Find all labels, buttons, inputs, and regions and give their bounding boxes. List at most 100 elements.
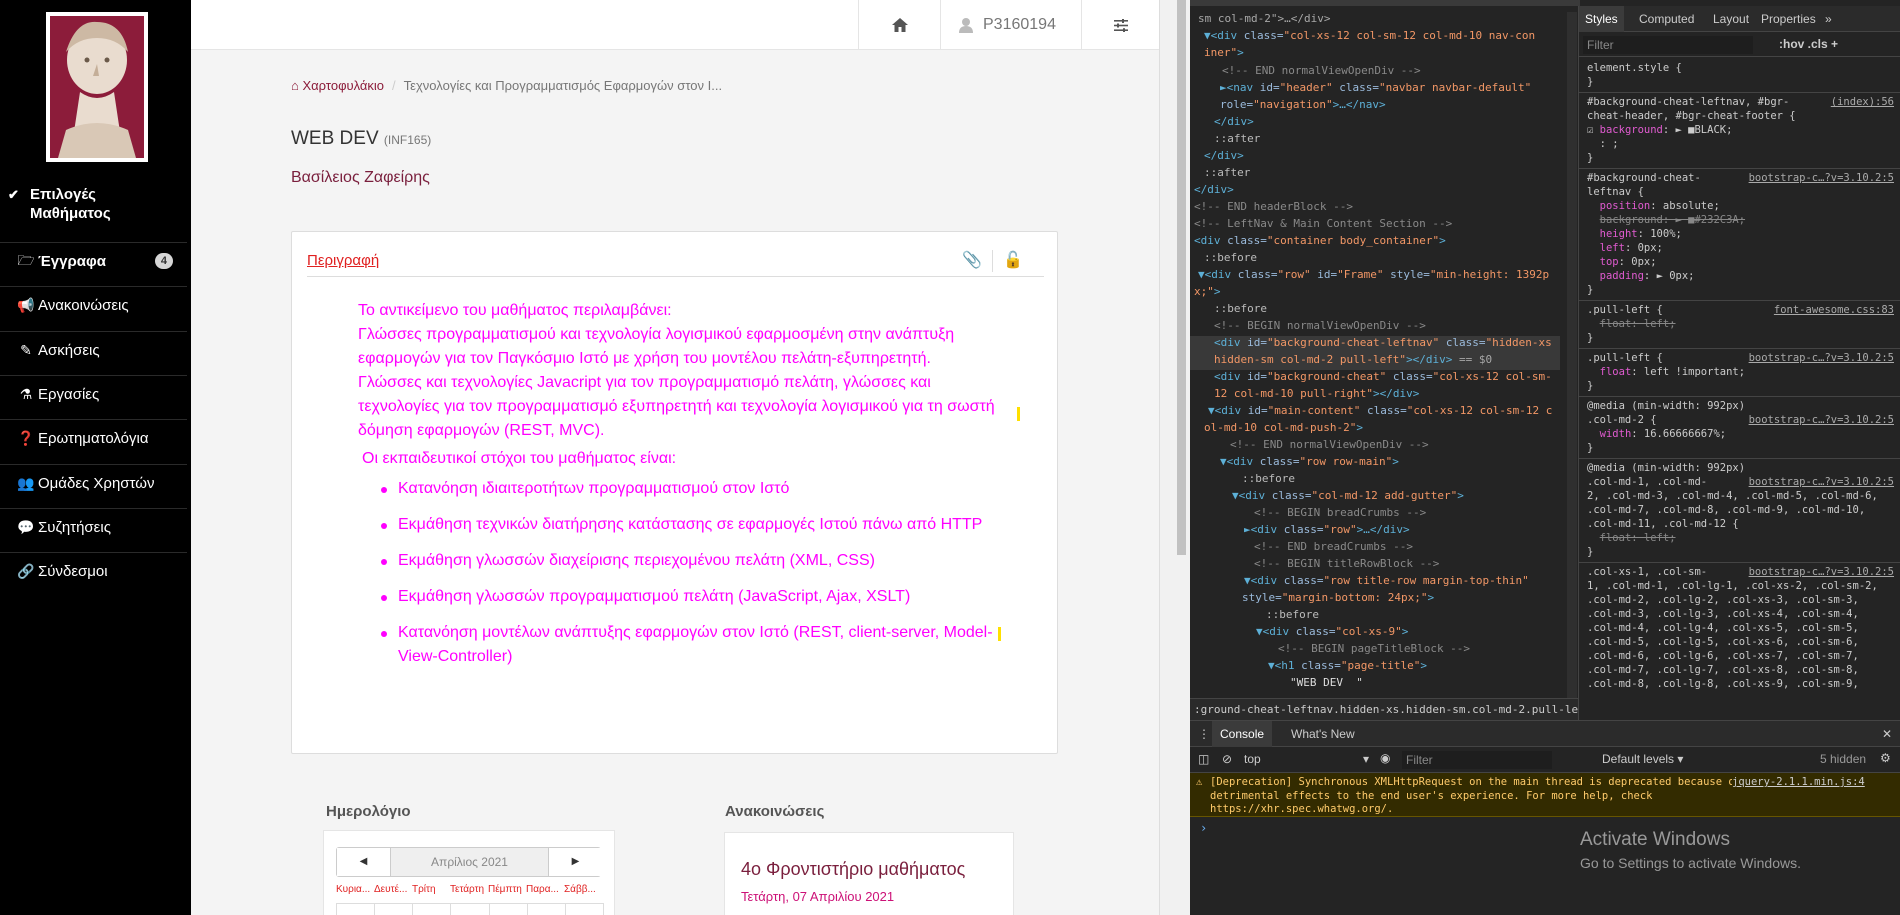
dom-line[interactable]: <!-- BEGIN titleRowBlock --> xyxy=(1254,555,1439,572)
styles-filter-options[interactable]: :hov .cls + xyxy=(1779,37,1838,51)
css-source-link[interactable]: bootstrap-c…?v=3.10.2:5 xyxy=(1749,352,1894,364)
announcement-title[interactable]: 4ο Φροντιστήριο μαθήματος xyxy=(741,859,965,880)
dom-line[interactable]: ▼<div id="main-content" class="col-xs-12… xyxy=(1208,402,1552,419)
user-menu[interactable]: P3160194 xyxy=(940,0,1081,50)
dom-line[interactable]: "WEB DEV " xyxy=(1290,674,1363,691)
tab-whats-new[interactable]: What's New xyxy=(1291,721,1355,747)
dom-line[interactable]: <!-- END breadCrumbs --> xyxy=(1254,538,1413,555)
css-rule-line[interactable]: 1, .col-md-1, .col-lg-1, .col-xs-2, .col… xyxy=(1587,580,1878,594)
university-logo[interactable] xyxy=(46,12,148,162)
css-rule-line[interactable]: } xyxy=(1587,546,1593,560)
css-rule-line[interactable]: } xyxy=(1587,442,1593,456)
dom-line[interactable]: <div id="background-cheat" class="col-xs… xyxy=(1214,368,1552,385)
dom-line[interactable]: 12 col-md-10 pull-right"></div> xyxy=(1214,385,1419,402)
css-rule-line[interactable]: @media (min-width: 992px) xyxy=(1587,462,1745,476)
dom-line[interactable]: hidden-sm col-md-2 pull-left"></div> == … xyxy=(1214,351,1492,368)
breadcrumb-portfolio-link[interactable]: ⌂ Χαρτοφυλάκιο xyxy=(291,78,384,93)
styles-filter-input[interactable]: Filter xyxy=(1583,36,1753,54)
dom-line[interactable]: ▼<div class="row" id="Frame" style="min-… xyxy=(1198,266,1549,283)
tab-styles[interactable]: Styles xyxy=(1579,6,1624,32)
css-rule-line[interactable]: .col-md-3, .col-lg-3, .col-xs-4, .col-sm… xyxy=(1587,608,1859,622)
css-rule-line[interactable]: height: 100%; xyxy=(1587,228,1682,242)
sidebar-item-announcements[interactable]: 📢 Ανακοινώσεις xyxy=(0,286,187,324)
console-settings-icon[interactable]: ⚙ xyxy=(1880,751,1891,765)
css-rule-line[interactable]: width: 16.66666667%; xyxy=(1587,428,1726,442)
css-rule-line[interactable]: #background-cheat- xyxy=(1587,172,1701,186)
scrollbar-thumb[interactable] xyxy=(1177,0,1186,555)
css-rule-line[interactable]: .pull-left { xyxy=(1587,352,1663,366)
calendar-cell[interactable] xyxy=(564,903,604,915)
sidebar-toggle-icon[interactable]: ◫ xyxy=(1198,752,1209,766)
description-heading[interactable]: Περιγραφή xyxy=(307,252,379,269)
dom-line[interactable]: ▼<h1 class="page-title"> xyxy=(1268,657,1427,674)
css-rule-line[interactable]: float: left; xyxy=(1587,532,1676,546)
css-source-link[interactable]: (index):56 xyxy=(1831,96,1894,108)
sidebar-item-documents[interactable]: 🗁 Έγγραφα 4 xyxy=(0,242,187,280)
calendar-cell[interactable] xyxy=(336,903,375,915)
css-rule-line[interactable]: : ; xyxy=(1587,138,1619,152)
sidebar-item-discussions[interactable]: 💬 Συζητήσεις xyxy=(0,508,187,546)
calendar-cell[interactable] xyxy=(526,903,565,915)
calendar-cell[interactable] xyxy=(412,903,451,915)
console-filter-input[interactable]: Filter xyxy=(1402,751,1552,769)
console-prompt[interactable]: › xyxy=(1200,821,1207,835)
css-rule-line[interactable]: .pull-left { xyxy=(1587,304,1663,318)
dom-line[interactable]: ::before xyxy=(1204,249,1257,266)
dom-line[interactable]: <div class="container body_container"> xyxy=(1194,232,1446,249)
dom-line[interactable]: x;"> xyxy=(1194,283,1221,300)
css-source-link[interactable]: font-awesome.css:83 xyxy=(1774,304,1894,316)
css-rule-line[interactable]: 2, .col-md-3, .col-md-4, .col-md-5, .col… xyxy=(1587,490,1878,504)
calendar-cell[interactable] xyxy=(374,903,413,915)
dom-line[interactable]: ▼<div class="col-xs-12 col-sm-12 col-md-… xyxy=(1204,27,1535,44)
css-rule-line[interactable]: } xyxy=(1587,380,1593,394)
dom-line[interactable]: ▼<div class="row title-row margin-top-th… xyxy=(1244,572,1529,589)
dom-line[interactable]: ::before xyxy=(1214,300,1267,317)
calendar-prev-button[interactable]: ◀ xyxy=(337,848,391,876)
dom-line[interactable]: </div> xyxy=(1194,181,1234,198)
dom-line[interactable]: ::after xyxy=(1204,164,1250,181)
elements-breadcrumb[interactable]: :ground-cheat-leftnav.hidden-xs.hidden-s… xyxy=(1190,698,1578,720)
css-rule-line[interactable]: background: ► ■#232C3A; xyxy=(1587,214,1745,228)
sidebar-item-links[interactable]: 🔗 Σύνδεσμοι xyxy=(0,552,187,590)
dom-line[interactable]: ▼<div class="row row-main"> xyxy=(1220,453,1399,470)
css-rule-line[interactable]: } xyxy=(1587,76,1593,90)
dom-line[interactable]: </div> xyxy=(1204,147,1244,164)
context-select[interactable]: top ▾ xyxy=(1244,752,1369,766)
css-rule-line[interactable]: @media (min-width: 992px) xyxy=(1587,400,1745,414)
css-rule-line[interactable]: .col-md-2, .col-lg-2, .col-xs-3, .col-sm… xyxy=(1587,594,1859,608)
dom-line[interactable]: <!-- END headerBlock --> xyxy=(1194,198,1353,215)
dom-line[interactable]: <!-- END normalViewOpenDiv --> xyxy=(1230,436,1429,453)
dom-line[interactable]: <!-- BEGIN normalViewOpenDiv --> xyxy=(1214,317,1426,334)
dom-line[interactable]: ::after xyxy=(1214,130,1260,147)
dom-line[interactable]: <!-- BEGIN breadCrumbs --> xyxy=(1254,504,1426,521)
calendar-cell[interactable] xyxy=(488,903,527,915)
tab-properties[interactable]: Properties xyxy=(1761,6,1816,32)
dom-line[interactable]: ►<div class="row">…</div> xyxy=(1244,521,1410,538)
dom-line[interactable]: ▼<div class="col-md-12 add-gutter"> xyxy=(1232,487,1464,504)
dom-line[interactable]: ▼<div class="col-xs-9"> xyxy=(1256,623,1408,640)
css-rule-line[interactable]: .col-md-2 { xyxy=(1587,414,1657,428)
elements-scrollbar[interactable] xyxy=(1567,12,1577,698)
calendar-cell[interactable] xyxy=(450,903,489,915)
page-scrollbar[interactable] xyxy=(1159,0,1190,915)
css-rule-line[interactable]: .col-md-11, .col-md-12 { xyxy=(1587,518,1739,532)
css-rule-line[interactable]: position: absolute; xyxy=(1587,200,1720,214)
css-source-link[interactable]: bootstrap-c…?v=3.10.2:5 xyxy=(1749,476,1894,488)
css-rule-line[interactable]: } xyxy=(1587,152,1593,166)
css-rule-line[interactable]: padding: ► 0px; xyxy=(1587,270,1695,284)
css-rule-line[interactable]: element.style { xyxy=(1587,62,1682,76)
css-rule-line[interactable]: .col-md-8, .col-lg-8, .col-xs-9, .col-sm… xyxy=(1587,678,1859,692)
css-rule-line[interactable]: .col-md-1, .col-md- xyxy=(1587,476,1707,490)
css-rule-line[interactable]: .col-md-5, .col-lg-5, .col-xs-6, .col-sm… xyxy=(1587,636,1859,650)
css-rule-line[interactable]: } xyxy=(1587,332,1593,346)
css-rule-line[interactable]: leftnav { xyxy=(1587,186,1644,200)
css-rule-line[interactable]: .col-md-6, .col-lg-6, .col-xs-7, .col-sm… xyxy=(1587,650,1859,664)
css-rule-line[interactable]: left: 0px; xyxy=(1587,242,1663,256)
css-rule-line[interactable]: float: left; xyxy=(1587,318,1676,332)
drawer-menu-icon[interactable]: ⋮ xyxy=(1198,721,1210,747)
dom-line[interactable]: role="navigation">…</nav> xyxy=(1220,96,1386,113)
dom-line[interactable]: iner"> xyxy=(1204,44,1244,61)
clear-console-icon[interactable]: ⊘ xyxy=(1222,752,1232,766)
unlock-icon[interactable]: 🔓 xyxy=(1002,250,1024,272)
calendar-next-button[interactable]: ▶ xyxy=(548,848,602,876)
